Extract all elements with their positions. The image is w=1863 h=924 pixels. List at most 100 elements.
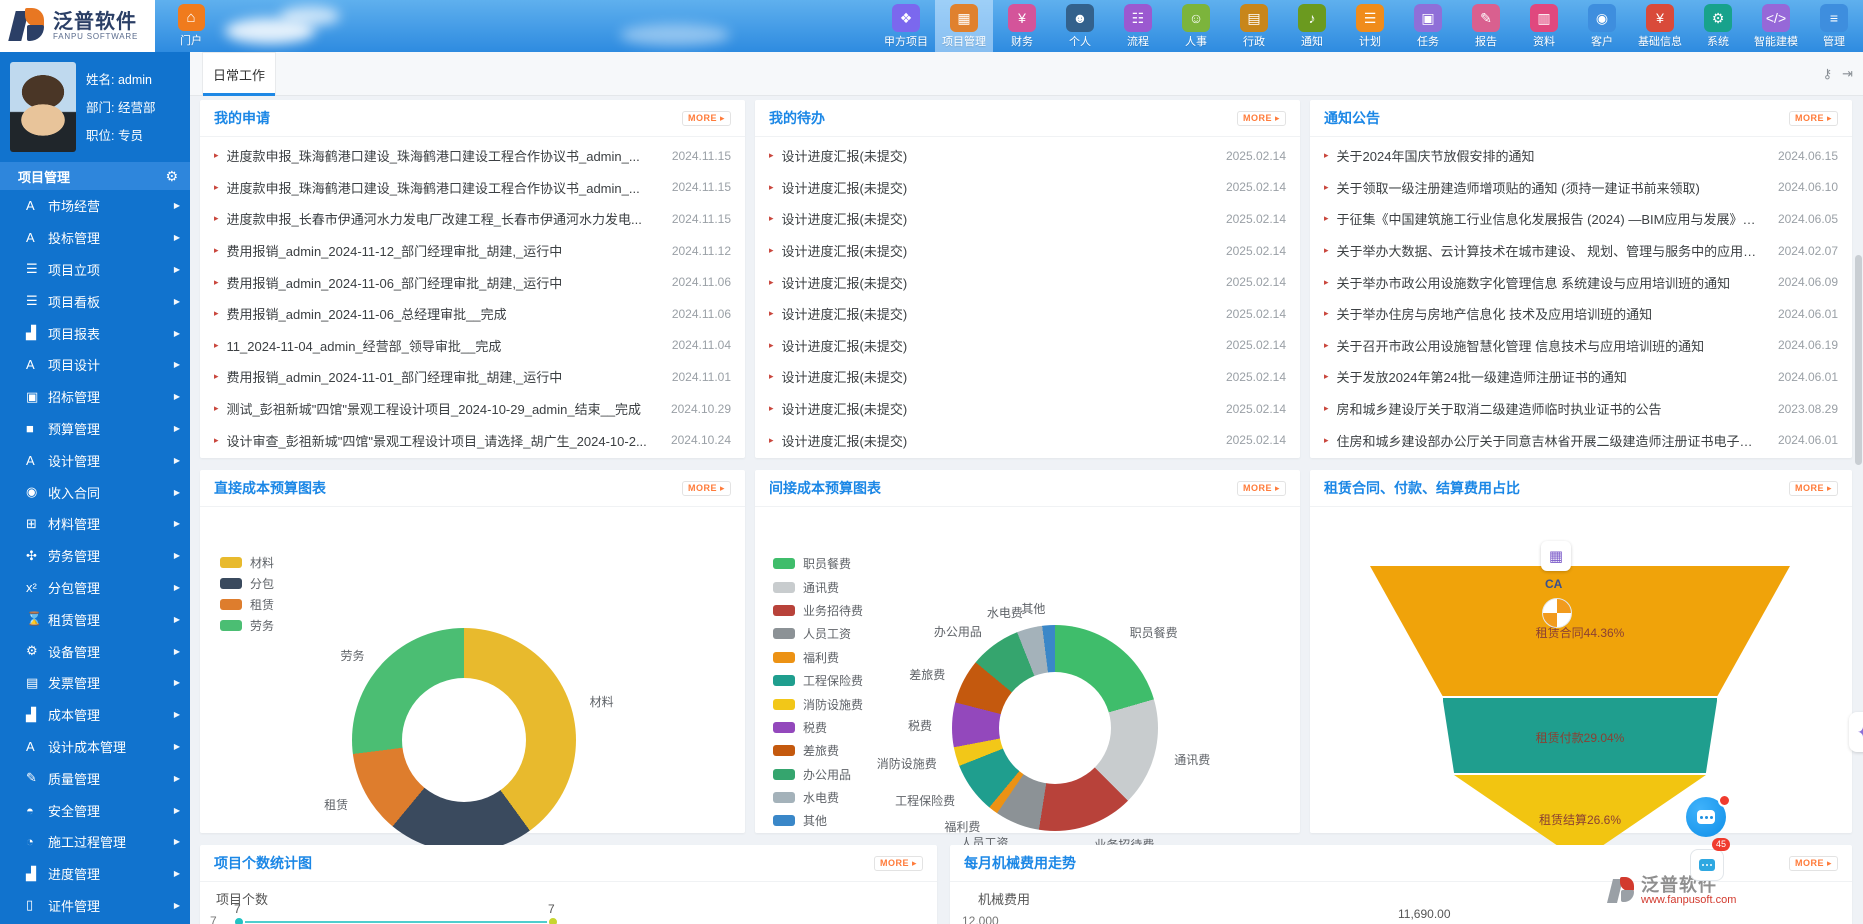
sidebar-item-项目报表[interactable]: ▟项目报表▶ (0, 317, 190, 349)
nav-item-资料[interactable]: ▥资料 (1515, 0, 1573, 52)
sidebar-item-市场经营[interactable]: A市场经营▶ (0, 190, 190, 222)
notice-list-item[interactable]: ▸关于召开市政公用设施智慧化管理 信息技术与应用培训班的通知2024.06.19 (1324, 330, 1838, 362)
sidebar-item-项目立项[interactable]: ☰项目立项▶ (0, 254, 190, 286)
sidebar-item-分包管理[interactable]: x²分包管理▶ (0, 572, 190, 604)
vertical-scrollbar[interactable] (1855, 255, 1862, 465)
nav-item-行政[interactable]: ▤行政 (1225, 0, 1283, 52)
notice-list-item[interactable]: ▸关于举办市政公用设施数字化管理信息 系统建设与应用培训班的通知2024.06.… (1324, 266, 1838, 298)
request-list-item[interactable]: ▸进度款申报_珠海鹤港口建设_珠海鹤港口建设工程合作协议书_admin_...2… (214, 172, 731, 204)
sidebar-item-安全管理[interactable]: ◓安全管理▶ (0, 794, 190, 826)
nav-item-流程[interactable]: ☷流程 (1109, 0, 1167, 52)
more-button[interactable]: MORE ▸ (1237, 111, 1286, 126)
sidebar-item-招标管理[interactable]: ▣招标管理▶ (0, 381, 190, 413)
legend-item[interactable]: 职员餐费 (773, 552, 863, 575)
notice-list-item[interactable]: ▸关于发放2024年第24批一级建造师注册证书的通知2024.06.01 (1324, 361, 1838, 393)
legend-item[interactable]: 材料 (220, 552, 274, 573)
legend-item[interactable]: 差旅费 (773, 739, 863, 762)
request-list-item[interactable]: ▸测试_彭祖新城"四馆"景观工程设计项目_2024-10-29_admin_结束… (214, 393, 731, 425)
nav-item-任务[interactable]: ▣任务 (1399, 0, 1457, 52)
legend-item[interactable]: 消防设施费 (773, 692, 863, 715)
nav-item-智能建模[interactable]: </>智能建模 (1747, 0, 1805, 52)
request-list-item[interactable]: ▸11_2024-11-04_admin_经营部_领导审批__完成2024.11… (214, 330, 731, 362)
more-button[interactable]: MORE ▸ (682, 111, 731, 126)
sidebar-item-设计管理[interactable]: A设计管理▶ (0, 444, 190, 476)
todo-list-item[interactable]: ▸设计进度汇报(未提交)2025.02.14 (769, 424, 1286, 456)
portal-button[interactable]: ⌂ 门户 (168, 4, 214, 48)
legend-item[interactable]: 其他 (773, 809, 863, 832)
sidebar-item-项目看板[interactable]: ☰项目看板▶ (0, 285, 190, 317)
legend-item[interactable]: 福利费 (773, 646, 863, 669)
notice-list-item[interactable]: ▸住房和城乡建设部办公厅关于同意吉林省开展二级建造师注册证书电子化试点...20… (1324, 424, 1838, 456)
todo-list-item[interactable]: ▸设计进度汇报(未提交)2025.02.14 (769, 235, 1286, 267)
nav-item-通知[interactable]: ♪通知 (1283, 0, 1341, 52)
sidebar-item-投标管理[interactable]: A投标管理▶ (0, 222, 190, 254)
legend-item[interactable]: 业务招待费 (773, 599, 863, 622)
more-button[interactable]: MORE ▸ (874, 856, 923, 871)
request-list-item[interactable]: ▸费用报销_admin_2024-11-01_部门经理审批_胡建,_运行中202… (214, 361, 731, 393)
legend-item[interactable]: 租赁 (220, 594, 274, 615)
more-button[interactable]: MORE ▸ (1237, 481, 1286, 496)
todo-list-item[interactable]: ▸设计进度汇报(未提交)2025.02.14 (769, 172, 1286, 204)
sidebar-item-预算管理[interactable]: ■预算管理▶ (0, 413, 190, 445)
collapse-icon[interactable]: ⇥ (1842, 66, 1853, 82)
sidebar-item-材料管理[interactable]: ⊞材料管理▶ (0, 508, 190, 540)
todo-list-item[interactable]: ▸设计进度汇报(未提交)2025.02.14 (769, 393, 1286, 425)
legend-item[interactable]: 人员工资 (773, 622, 863, 645)
request-list-item[interactable]: ▸进度款申报_长春市伊通河水力发电厂改建工程_长春市伊通河水力发电...2024… (214, 203, 731, 235)
sidebar-item-劳务管理[interactable]: ✣劳务管理▶ (0, 540, 190, 572)
sidebar-item-发票管理[interactable]: ▤发票管理▶ (0, 667, 190, 699)
message-button[interactable] (1690, 849, 1724, 881)
request-list-item[interactable]: ▸费用报销_admin_2024-11-12_部门经理审批_胡建,_运行中202… (214, 235, 731, 267)
browser-compass-icon[interactable] (1542, 598, 1572, 628)
tab-daily-work[interactable]: 日常工作 (202, 52, 276, 96)
notice-list-item[interactable]: ▸关于领取一级注册建造师增项贴的通知 (须持一建证书前来领取)2024.06.1… (1324, 172, 1838, 204)
sidebar-item-项目设计[interactable]: A项目设计▶ (0, 349, 190, 381)
todo-list-item[interactable]: ▸设计进度汇报(未提交)2025.02.14 (769, 330, 1286, 362)
nav-item-系统[interactable]: ⚙系统 (1689, 0, 1747, 52)
request-list-item[interactable]: ▸费用报销_admin_2024-11-06_总经理审批__完成2024.11.… (214, 298, 731, 330)
notice-list-item[interactable]: ▸房和城乡建设厅关于取消二级建造师临时执业证书的公告2023.08.29 (1324, 393, 1838, 425)
sidebar-item-设计成本管理[interactable]: A设计成本管理▶ (0, 731, 190, 763)
nav-item-个人[interactable]: ☻个人 (1051, 0, 1109, 52)
legend-item[interactable]: 工程保险费 (773, 669, 863, 692)
todo-list-item[interactable]: ▸设计进度汇报(未提交)2025.02.14 (769, 140, 1286, 172)
legend-item[interactable]: 水电费 (773, 786, 863, 809)
gear-icon[interactable]: ⚙ (165, 168, 178, 185)
sidebar-item-成本管理[interactable]: ▟成本管理▶ (0, 699, 190, 731)
request-list-item[interactable]: ▸进度款申报_珠海鹤港口建设_珠海鹤港口建设工程合作协议书_admin_...2… (214, 140, 731, 172)
legend-item[interactable]: 分包 (220, 573, 274, 594)
sidebar-item-证件管理[interactable]: ▯证件管理▶ (0, 890, 190, 922)
data-point[interactable] (547, 916, 559, 924)
nav-item-项目管理[interactable]: ▦项目管理 (935, 0, 993, 52)
edge-hidden-button[interactable]: ✦ (1849, 712, 1863, 752)
key-icon[interactable]: ⚷ (1823, 66, 1833, 82)
nav-item-甲方项目[interactable]: ❖甲方项目 (877, 0, 935, 52)
notice-list-item[interactable]: ▸关于2024年国庆节放假安排的通知2024.06.15 (1324, 140, 1838, 172)
more-button[interactable]: MORE ▸ (682, 481, 731, 496)
notice-list-item[interactable]: ▸关于举办住房与房地产信息化 技术及应用培训班的通知2024.06.01 (1324, 298, 1838, 330)
sidebar-item-收入合同[interactable]: ◉收入合同▶ (0, 476, 190, 508)
nav-item-基础信息[interactable]: ¥基础信息 (1631, 0, 1689, 52)
todo-list-item[interactable]: ▸设计进度汇报(未提交)2025.02.14 (769, 298, 1286, 330)
sidebar-section-header[interactable]: 项目管理 ⚙ (0, 162, 190, 190)
sidebar-item-质量管理[interactable]: ✎质量管理▶ (0, 762, 190, 794)
legend-item[interactable]: 通讯费 (773, 575, 863, 598)
legend-item[interactable]: 办公用品 (773, 763, 863, 786)
nav-item-客户[interactable]: ◉客户 (1573, 0, 1631, 52)
legend-item[interactable]: 税费 (773, 716, 863, 739)
request-list-item[interactable]: ▸设计审查_彭祖新城"四馆"景观工程设计项目_请选择_胡广生_2024-10-2… (214, 424, 731, 456)
sidebar-item-施工过程管理[interactable]: ◔施工过程管理▶ (0, 826, 190, 858)
more-button[interactable]: MORE ▸ (1789, 856, 1838, 871)
legend-item[interactable]: 劳务 (220, 615, 274, 636)
request-list-item[interactable]: ▸费用报销_admin_2024-11-06_部门经理审批_胡建,_运行中202… (214, 266, 731, 298)
wechat-mini-app-button[interactable]: ▦ (1541, 541, 1571, 571)
user-avatar[interactable] (10, 62, 76, 152)
notice-list-item[interactable]: ▸于征集《中国建筑施工行业信息化发展报告 (2024) —BIM应用与发展》材料… (1324, 203, 1838, 235)
sidebar-item-设备管理[interactable]: ⚙设备管理▶ (0, 635, 190, 667)
todo-list-item[interactable]: ▸设计进度汇报(未提交)2025.02.14 (769, 266, 1286, 298)
sidebar-item-租赁管理[interactable]: ⌛租赁管理▶ (0, 603, 190, 635)
nav-item-计划[interactable]: ☰计划 (1341, 0, 1399, 52)
more-button[interactable]: MORE ▸ (1789, 481, 1838, 496)
todo-list-item[interactable]: ▸设计进度汇报(未提交)2025.02.14 (769, 203, 1286, 235)
notice-list-item[interactable]: ▸关于举办大数据、云计算技术在城市建设、 规划、管理与服务中的应用培训班...2… (1324, 235, 1838, 267)
